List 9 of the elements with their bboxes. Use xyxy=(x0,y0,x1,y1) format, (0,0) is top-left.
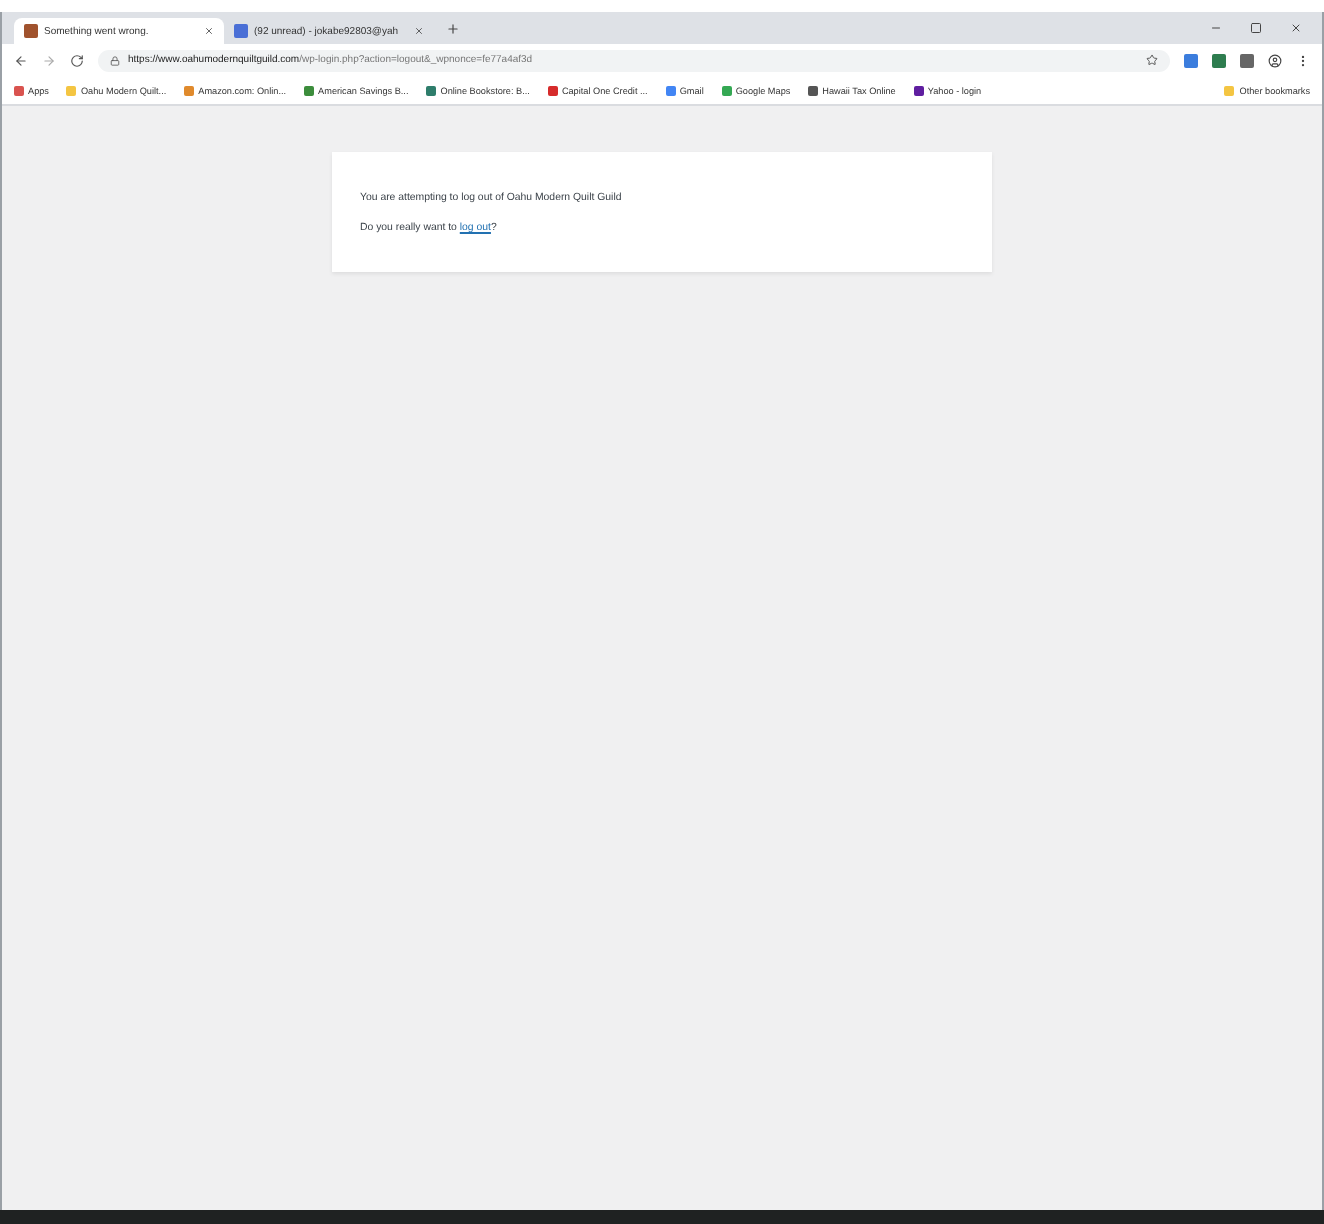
back-icon[interactable] xyxy=(14,53,28,67)
close-icon[interactable] xyxy=(1290,22,1302,34)
menu-icon[interactable] xyxy=(1296,53,1310,67)
reload-icon[interactable] xyxy=(70,53,84,67)
new-tab-icon[interactable] xyxy=(446,21,460,35)
maximize-icon[interactable] xyxy=(1250,22,1262,34)
profile-icon[interactable] xyxy=(1268,53,1282,67)
star-icon[interactable] xyxy=(1146,54,1158,66)
lock-icon xyxy=(110,55,120,65)
